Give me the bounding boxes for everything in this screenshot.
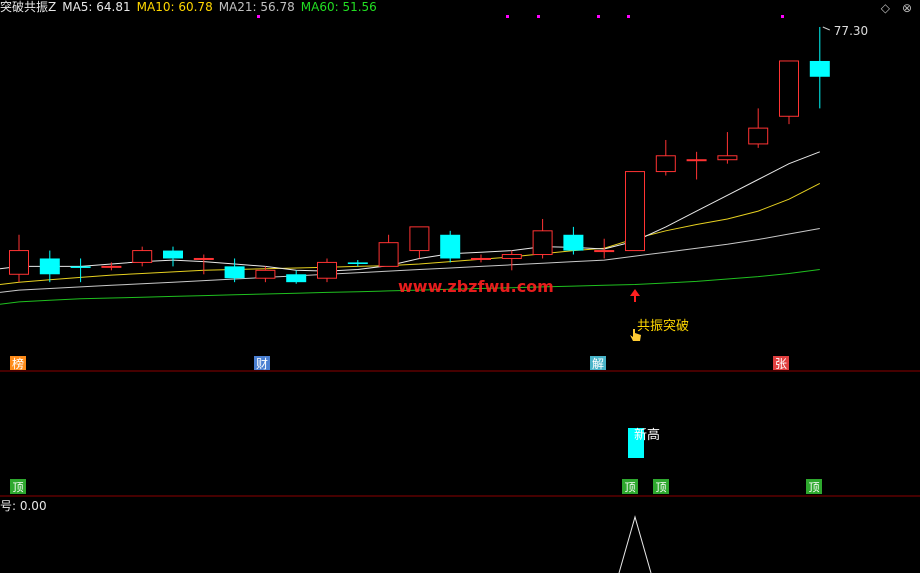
candle-body <box>563 234 584 251</box>
candle-body <box>224 266 245 279</box>
candle-body <box>70 266 91 268</box>
signal-dot <box>537 15 540 18</box>
signal-text: 共振突破 <box>637 318 689 334</box>
candle-body <box>39 258 60 275</box>
signal-arrow-head <box>630 289 640 296</box>
candle-body <box>193 257 214 260</box>
signal-spike <box>618 515 652 573</box>
signal-dot <box>627 15 630 18</box>
candle-body <box>686 159 707 162</box>
candle-body <box>132 250 153 263</box>
close-icon[interactable]: ⊗ <box>902 1 912 15</box>
candle-body <box>594 250 615 253</box>
header-readout: 突破共振Z MA5: 64.81 MA10: 60.78 MA21: 56.78 MA6… <box>0 0 383 16</box>
candle-body <box>779 60 799 117</box>
candle-body <box>532 230 553 256</box>
candle-body <box>471 257 491 260</box>
ma10-readout: MA10: 60.78 <box>136 0 213 14</box>
candle-body <box>625 171 645 252</box>
bottom-readout: 号: 0.00 <box>0 499 47 513</box>
green-tag-label: 顶 <box>809 481 820 494</box>
candle-body <box>9 250 29 275</box>
candle-body <box>347 262 368 264</box>
candle-body <box>748 127 769 145</box>
candle-body <box>809 60 830 77</box>
candle-body <box>655 155 676 173</box>
candle-body <box>255 269 276 279</box>
watermark: www.zbzfwu.com <box>398 277 554 296</box>
event-tag-label: 张 <box>775 357 787 371</box>
settings-icon[interactable]: ◇ <box>881 1 890 15</box>
candle-body <box>317 261 337 279</box>
green-tag-label: 顶 <box>625 481 636 494</box>
candle-body <box>286 274 307 283</box>
ma60-readout: MA60: 51.56 <box>300 0 377 14</box>
high-label: 77.30 <box>834 24 868 38</box>
ma5-readout: MA5: 64.81 <box>62 0 131 14</box>
indicator-name: 突破共振Z <box>0 0 57 14</box>
candle-body <box>501 254 522 259</box>
signal-dot <box>506 15 509 18</box>
new-high-label: 新高 <box>634 427 660 443</box>
candle-body <box>440 234 461 259</box>
candle-body <box>101 265 122 268</box>
event-tag-label: 财 <box>256 357 268 371</box>
high-marker <box>822 26 830 31</box>
candle-body <box>378 242 399 267</box>
ma21-readout: MA21: 56.78 <box>218 0 295 14</box>
candle-body <box>163 250 183 259</box>
signal-dot <box>597 15 600 18</box>
event-tag-label: 解 <box>592 357 604 371</box>
event-tag-label: 榜 <box>12 356 24 371</box>
candlestick-chart: 77.30 www.zbzfwu.com 共振突破榜 财 解 张新高顶 顶 顶 顶号: 0.00 <box>0 15 920 573</box>
signal-dot <box>781 15 784 18</box>
candle-body <box>409 226 430 252</box>
green-tag-label: 顶 <box>13 481 24 494</box>
green-tag-label: 顶 <box>656 481 667 494</box>
candle-body <box>717 155 738 161</box>
